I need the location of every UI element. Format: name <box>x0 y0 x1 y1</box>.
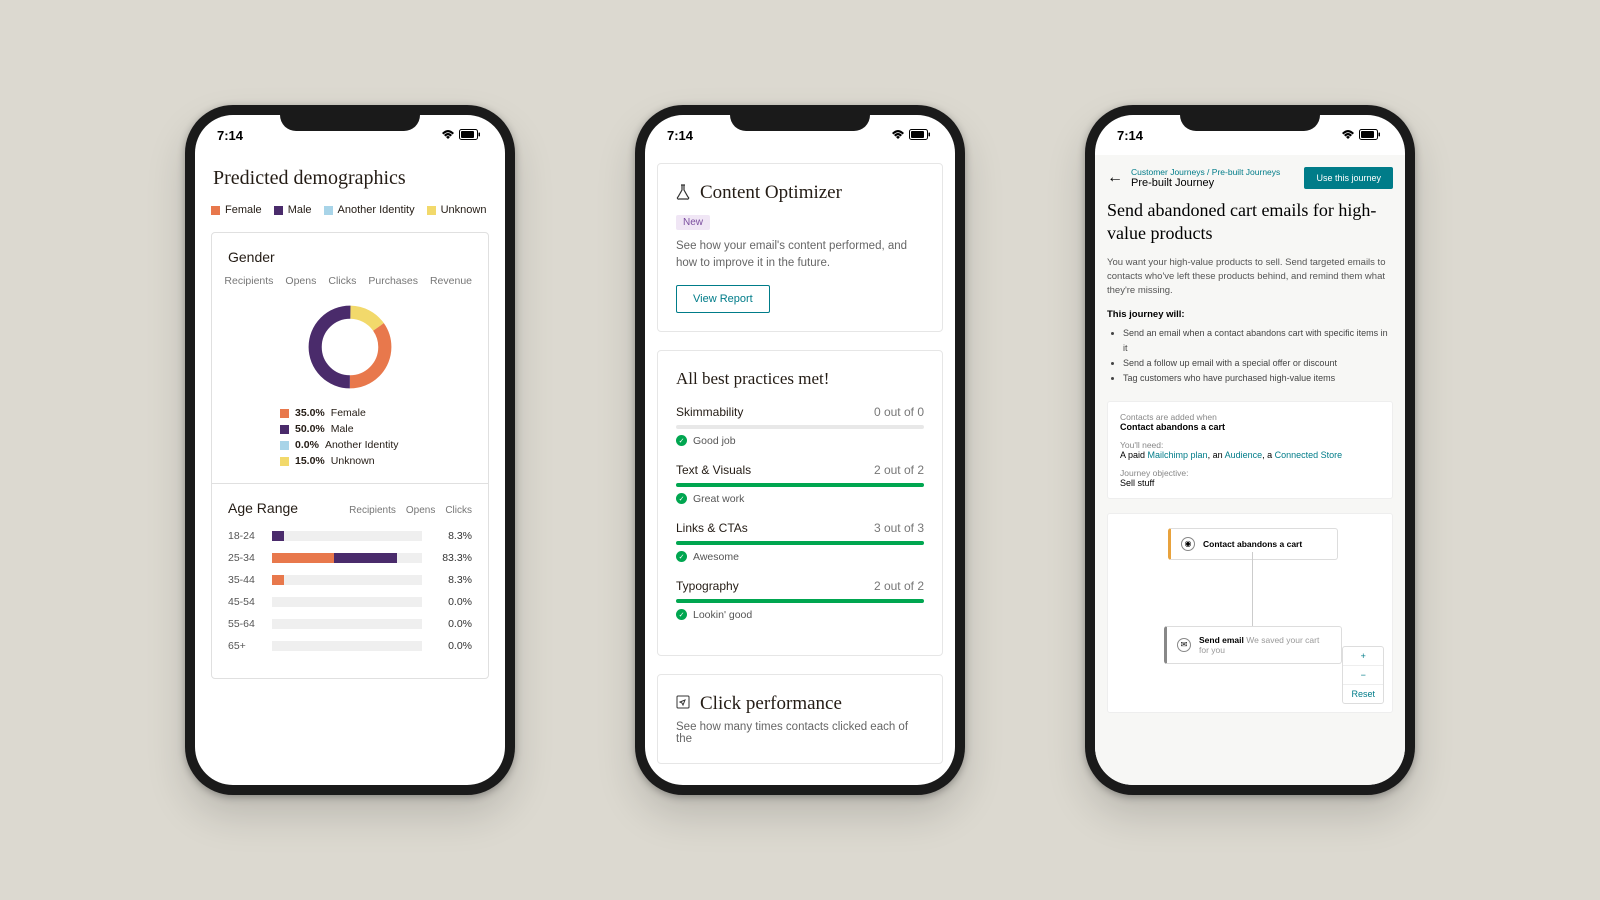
metric-bar <box>676 541 924 545</box>
gender-tabs: Recipients Opens Clicks Purchases Revenu… <box>228 275 472 287</box>
audience-link[interactable]: Audience <box>1225 450 1263 460</box>
check-icon: ✓ <box>676 435 687 446</box>
tab-opens[interactable]: Opens <box>285 275 316 287</box>
gender-title: Gender <box>228 249 472 265</box>
age-tab-recipients[interactable]: Recipients <box>349 505 396 516</box>
flow-connector <box>1252 552 1253 626</box>
age-row: 45-540.0% <box>228 596 472 608</box>
phone-content-optimizer: 7:14 Content Optimizer New See how your … <box>635 105 965 795</box>
metric-row: Links & CTAs 3 out of 3 ✓ Awesome <box>676 521 924 563</box>
metric-row: Skimmability 0 out of 0 ✓ Good job <box>676 405 924 447</box>
age-row: 18-248.3% <box>228 530 472 542</box>
metric-bar <box>676 425 924 429</box>
view-report-button[interactable]: View Report <box>676 285 770 313</box>
metric-msg: Good job <box>693 435 736 447</box>
age-tab-clicks[interactable]: Clicks <box>445 505 472 516</box>
metric-msg: Awesome <box>693 551 739 563</box>
zoom-out-button[interactable]: − <box>1343 665 1383 684</box>
status-time: 7:14 <box>1117 128 1143 143</box>
metric-row: Text & Visuals 2 out of 2 ✓ Great work <box>676 463 924 505</box>
flask-icon <box>676 184 690 203</box>
page-title: Predicted demographics <box>213 167 489 190</box>
list-item: Send an email when a contact abandons ca… <box>1123 326 1393 357</box>
metric-msg: Great work <box>693 493 744 505</box>
will-label: This journey will: <box>1107 309 1393 320</box>
new-badge: New <box>676 215 710 230</box>
check-icon: ✓ <box>676 493 687 504</box>
metric-score: 2 out of 2 <box>874 579 924 593</box>
metric-name: Typography <box>676 579 739 593</box>
metric-bar <box>676 599 924 603</box>
metric-row: Typography 2 out of 2 ✓ Lookin' good <box>676 579 924 621</box>
wifi-icon <box>891 128 905 143</box>
optimizer-title: Content Optimizer <box>700 182 842 204</box>
mail-icon: ✉ <box>1177 638 1191 652</box>
tab-purchases[interactable]: Purchases <box>368 275 418 287</box>
wifi-icon <box>441 128 455 143</box>
age-row: 65+0.0% <box>228 640 472 652</box>
zoom-in-button[interactable]: + <box>1343 647 1383 665</box>
wifi-icon <box>1341 128 1355 143</box>
battery-icon <box>1359 128 1381 143</box>
age-row: 35-448.3% <box>228 574 472 586</box>
age-row: 25-3483.3% <box>228 552 472 564</box>
age-tab-opens[interactable]: Opens <box>406 505 435 516</box>
battery-icon <box>909 128 931 143</box>
metric-score: 2 out of 2 <box>874 463 924 477</box>
status-bar: 7:14 <box>195 115 505 155</box>
journey-bullets: Send an email when a contact abandons ca… <box>1107 326 1393 387</box>
journey-flow-canvas[interactable]: ◉ Contact abandons a cart ✉ Send email W… <box>1107 513 1393 713</box>
status-bar: 7:14 <box>1095 115 1405 155</box>
click-icon <box>676 695 690 712</box>
flow-node-start[interactable]: ◉ Contact abandons a cart <box>1168 528 1338 560</box>
status-time: 7:14 <box>217 128 243 143</box>
breadcrumb[interactable]: Customer Journeys / Pre-built Journeys <box>1131 167 1280 177</box>
best-practices-card: All best practices met! Skimmability 0 ou… <box>657 350 943 656</box>
start-icon: ◉ <box>1181 537 1195 551</box>
demographics-card: Gender Recipients Opens Clicks Purchases… <box>211 232 489 679</box>
use-journey-button[interactable]: Use this journey <box>1304 167 1393 189</box>
metric-bar <box>676 483 924 487</box>
practices-title: All best practices met! <box>676 369 924 389</box>
zoom-controls: + − Reset <box>1342 646 1384 704</box>
mailchimp-plan-link[interactable]: Mailchimp plan <box>1148 450 1208 460</box>
age-row: 55-640.0% <box>228 618 472 630</box>
list-item: Tag customers who have purchased high-va… <box>1123 371 1393 386</box>
click-perf-desc: See how many times contacts clicked each… <box>676 721 924 745</box>
tab-clicks[interactable]: Clicks <box>328 275 356 287</box>
journey-info-box: Contacts are added when Contact abandons… <box>1107 401 1393 499</box>
tab-recipients[interactable]: Recipients <box>224 275 273 287</box>
journey-title: Send abandoned cart emails for high-valu… <box>1107 199 1393 246</box>
phone-journey: 7:14 ← Customer Journeys / Pre-built Jou… <box>1085 105 1415 795</box>
page-subtitle: Pre-built Journey <box>1131 177 1280 189</box>
phone-demographics: 7:14 Predicted demographics Female Male … <box>185 105 515 795</box>
check-icon: ✓ <box>676 551 687 562</box>
age-bars: 18-248.3% 25-3483.3% 35-448.3% 45-540.0%… <box>228 530 472 652</box>
metric-name: Skimmability <box>676 405 743 419</box>
flow-node-email[interactable]: ✉ Send email We saved your cart for you <box>1164 626 1342 664</box>
journey-desc: You want your high-value products to sel… <box>1107 256 1393 299</box>
status-time: 7:14 <box>667 128 693 143</box>
tab-revenue[interactable]: Revenue <box>430 275 472 287</box>
click-perf-title: Click performance <box>700 693 842 715</box>
age-title: Age Range <box>228 500 298 516</box>
click-performance-card: Click performance See how many times con… <box>657 674 943 764</box>
check-icon: ✓ <box>676 609 687 620</box>
metric-msg: Lookin' good <box>693 609 752 621</box>
metric-score: 0 out of 0 <box>874 405 924 419</box>
battery-icon <box>459 128 481 143</box>
metric-score: 3 out of 3 <box>874 521 924 535</box>
list-item: Send a follow up email with a special of… <box>1123 356 1393 371</box>
donut-legend: 35.0%Female 50.0%Male 0.0%Another Identi… <box>228 407 472 467</box>
gender-donut-chart <box>304 301 396 393</box>
status-bar: 7:14 <box>645 115 955 155</box>
connected-store-link[interactable]: Connected Store <box>1275 450 1343 460</box>
metric-name: Text & Visuals <box>676 463 751 477</box>
back-arrow-icon[interactable]: ← <box>1107 169 1123 187</box>
content-optimizer-card: Content Optimizer New See how your email… <box>657 163 943 332</box>
gender-legend: Female Male Another Identity Unknown <box>211 204 489 216</box>
optimizer-desc: See how your email's content performed, … <box>676 238 924 273</box>
metric-name: Links & CTAs <box>676 521 748 535</box>
zoom-reset-button[interactable]: Reset <box>1343 684 1383 703</box>
